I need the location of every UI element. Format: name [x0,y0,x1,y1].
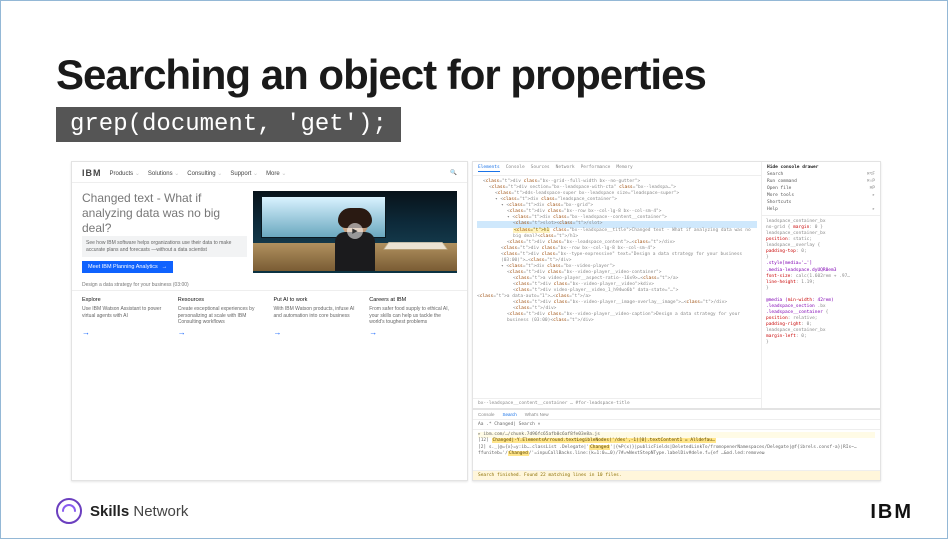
devtools-tabs: Elements Console Sources Network Performance… [473,162,761,176]
code-example: grep(document, 'get'); [56,107,401,142]
breadcrumb: bx--leadspace__content__container … #for… [473,398,761,408]
screenshot-pair: IBM Products Solutions Consulting Support Mo… [71,161,881,481]
nav-item[interactable]: More [266,170,286,177]
chrome-devtools: Elements Console Sources Network Performance… [472,161,881,481]
link-tile[interactable]: ResourcesCreate exceptional experiences … [178,297,266,338]
options-menu[interactable]: Hide console drawerSearch⌘⌥FRun command⌘… [762,162,880,216]
devtools-tab[interactable]: Console [506,165,525,172]
console-output: ▸ ibm.com/…/chunk.7d96fc65afb0c6af8fe03e… [473,430,880,470]
ibm-logo: IBM [870,501,913,524]
menu-item[interactable]: Search⌘⌥F [767,172,875,177]
drawer-tab[interactable]: What's New [525,412,549,417]
skills-network-icon [56,498,82,524]
link-tile[interactable]: Put AI to workWith IBM Watson products, … [274,297,362,338]
nav-item[interactable]: Solutions [148,170,179,177]
link-tile[interactable]: Careers at IBMFrom safer food supply to … [369,297,457,338]
search-icon[interactable]: 🔍 [450,170,457,176]
devtools-tab[interactable]: Elements [478,165,500,172]
devtools-tab[interactable]: Memory [616,165,632,172]
video-caption: Design a data strategy for your business… [82,279,457,288]
primary-nav: Products Solutions Consulting Support More [110,170,287,177]
ibm-logo-small: IBM [82,168,102,178]
menu-item[interactable]: Run command⌘⇧P [767,179,875,184]
devtools-tab[interactable]: Performance [581,165,611,172]
site-header: IBM Products Solutions Consulting Support Mo… [72,162,467,183]
slide-title: Searching an object for properties [56,51,706,99]
dom-tree[interactable]: <class="t">div class="bx--grid--full-wid… [473,176,761,398]
skills-network-label: Skills Network [90,503,188,520]
slide: Searching an object for properties grep(… [0,0,948,539]
hero-headline: Changed text - What if analyzing data wa… [82,191,247,236]
search-status: Search finished. Found 22 matching lines… [473,470,880,480]
menu-item[interactable]: Open file⌘P [767,186,875,191]
link-tiles: ExploreUse IBM Watson Assistant to power… [72,290,467,342]
hero-section: Changed text - What if analyzing data wa… [72,183,467,279]
play-icon[interactable]: ▶ [347,223,363,239]
nav-item[interactable]: Support [230,170,258,177]
search-bar[interactable]: Aa .* Changed| Search × [473,420,880,430]
devtools-sidebar: Hide console drawerSearch⌘⌥FRun command⌘… [761,162,880,408]
menu-item[interactable]: Shortcuts [767,200,875,205]
drawer-tab[interactable]: Console [478,412,495,417]
devtools-tab[interactable]: Sources [531,165,550,172]
nav-item[interactable]: Products [110,170,140,177]
drawer-tabs: Console Search What's New [473,410,880,420]
footer-branding: Skills Network [56,498,188,524]
styles-pane[interactable]: leadspace_container_bxno-grid { margin: … [762,216,880,408]
link-tile[interactable]: ExploreUse IBM Watson Assistant to power… [82,297,170,338]
cta-button[interactable]: Meet IBM Planning Analytics→ [82,261,173,273]
console-drawer: Console Search What's New Aa .* Changed| S… [473,409,880,480]
drawer-tab[interactable]: Search [503,412,517,417]
promo-text: See how IBM software helps organizations… [82,236,247,257]
arrow-right-icon: → [162,264,168,270]
menu-item[interactable]: Help▸ [767,207,875,212]
hero-video-thumbnail[interactable]: ▶ [253,191,457,273]
ibm-webpage: IBM Products Solutions Consulting Support Mo… [71,161,468,481]
menu-item[interactable]: More tools▸ [767,193,875,198]
devtools-tab[interactable]: Network [556,165,575,172]
nav-item[interactable]: Consulting [187,170,222,177]
elements-panel: Elements Console Sources Network Performance… [473,162,761,408]
